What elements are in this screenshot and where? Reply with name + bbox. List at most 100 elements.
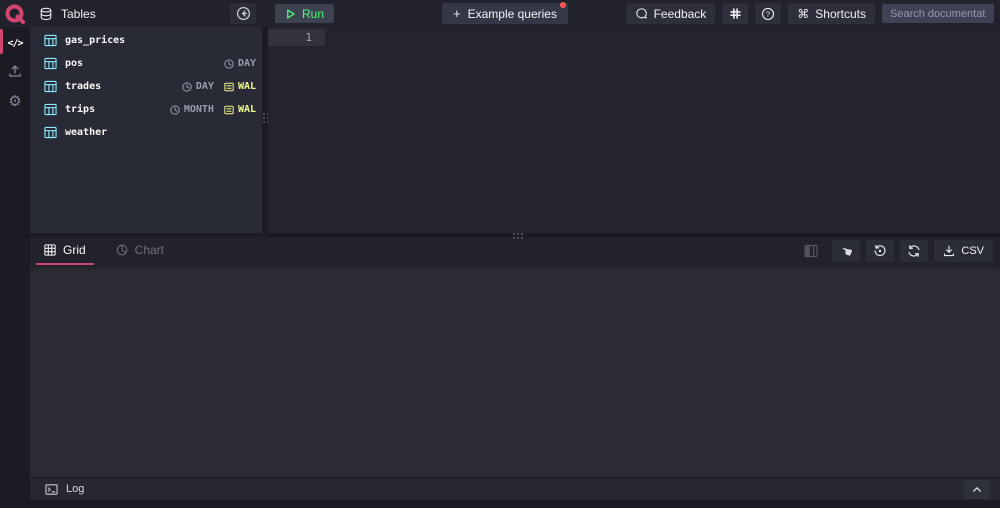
- tab-chart[interactable]: Chart: [108, 237, 172, 265]
- results-toolbar: Grid Chart: [30, 237, 1000, 265]
- plus-icon: +: [453, 6, 461, 21]
- clock-icon: [170, 105, 180, 115]
- tables-panel-title: Tables: [61, 7, 96, 21]
- shortcuts-label: Shortcuts: [815, 7, 866, 21]
- top-bar: Tables Run + Example queries: [0, 0, 1000, 27]
- upload-icon: [8, 64, 22, 78]
- help-button[interactable]: ?: [755, 3, 781, 24]
- partition-label: DAY: [238, 58, 256, 69]
- wal-badge: WAL: [224, 104, 256, 115]
- database-icon: [39, 7, 53, 21]
- terminal-icon: [45, 483, 58, 496]
- partition-label: MONTH: [184, 104, 214, 115]
- wal-icon: [224, 105, 234, 115]
- slack-button[interactable]: [722, 3, 748, 24]
- refresh-icon: [907, 244, 921, 258]
- pointer-icon: ☛: [839, 243, 854, 259]
- tables-panel-header: Tables: [30, 0, 262, 27]
- run-button-label: Run: [302, 7, 324, 21]
- line-number: 1: [305, 31, 312, 44]
- table-name: trades: [65, 81, 101, 92]
- rail-item-console[interactable]: </>: [0, 30, 30, 56]
- grid-tab-label: Grid: [63, 243, 86, 257]
- topbar-right-group: Feedback ? ⌘: [626, 3, 1000, 24]
- editor-toolbar: Run + Example queries Feedback: [262, 0, 1000, 27]
- history-icon: [873, 244, 887, 258]
- run-button[interactable]: Run: [275, 4, 334, 23]
- feedback-button[interactable]: Feedback: [626, 3, 716, 24]
- tables-list: gas_prices pos: [30, 27, 262, 233]
- table-name: pos: [65, 58, 83, 69]
- code-icon: </>: [7, 38, 22, 49]
- table-icon: [44, 80, 57, 93]
- active-rail-indicator: [0, 29, 3, 54]
- questdb-console: Tables Run + Example queries: [0, 0, 1000, 508]
- play-icon: [285, 8, 296, 20]
- log-label: Log: [66, 483, 84, 495]
- jump-to-cursor-button[interactable]: ☛: [832, 240, 860, 262]
- grid-icon: [44, 244, 56, 256]
- download-csv-button[interactable]: CSV: [934, 240, 993, 262]
- chart-tab-label: Chart: [135, 243, 164, 257]
- shortcuts-button[interactable]: ⌘ Shortcuts: [788, 3, 875, 24]
- refresh-button[interactable]: [900, 240, 928, 262]
- table-icon: [44, 57, 57, 70]
- tab-grid[interactable]: Grid: [36, 237, 94, 265]
- history-button[interactable]: [866, 240, 894, 262]
- feedback-label: Feedback: [654, 7, 707, 21]
- wal-label: WAL: [238, 81, 256, 92]
- example-queries-button[interactable]: + Example queries: [442, 3, 568, 24]
- table-icon: [44, 34, 57, 47]
- wal-icon: [224, 82, 234, 92]
- table-icon: [44, 103, 57, 116]
- chevron-up-icon: [972, 486, 982, 493]
- gear-icon: ⚙: [8, 94, 21, 109]
- questdb-logo[interactable]: [0, 0, 30, 27]
- help-icon: ?: [761, 7, 775, 21]
- left-rail: </> ⚙: [0, 27, 30, 508]
- search-documentation-input[interactable]: [882, 4, 994, 23]
- drag-handle-icon: [513, 233, 523, 239]
- upper-zone: gas_prices pos: [30, 27, 1000, 233]
- speech-bubble-icon: [635, 7, 648, 20]
- questdb-logo-icon: [4, 3, 26, 25]
- csv-button-label: CSV: [961, 245, 984, 257]
- table-name: trips: [65, 104, 95, 115]
- collapse-tables-panel-button[interactable]: [230, 3, 256, 24]
- bottom-strip: [30, 500, 1000, 508]
- rail-item-import[interactable]: [0, 58, 30, 84]
- main-column: gas_prices pos: [30, 27, 1000, 508]
- clock-icon: [224, 59, 234, 69]
- partition-badge: DAY: [224, 58, 256, 69]
- chart-icon: [116, 244, 128, 256]
- table-name: weather: [65, 127, 107, 138]
- table-row-pos[interactable]: pos DAY: [30, 52, 262, 75]
- expand-log-button[interactable]: [964, 480, 990, 499]
- toggle-columns-icon: [804, 244, 818, 258]
- table-icon: [44, 126, 57, 139]
- horizontal-splitter[interactable]: [30, 233, 1000, 237]
- rail-item-settings[interactable]: ⚙: [0, 88, 30, 114]
- results-grid-viewport[interactable]: [30, 265, 1000, 477]
- app-body: </> ⚙: [0, 27, 1000, 508]
- download-icon: [943, 245, 955, 257]
- results-toolbar-right: ☛: [804, 240, 993, 262]
- sql-editor[interactable]: 1: [268, 27, 1000, 233]
- table-row-trips[interactable]: trips MONTH: [30, 98, 262, 121]
- log-bar[interactable]: Log: [30, 477, 1000, 500]
- example-queries-label: Example queries: [468, 7, 557, 21]
- svg-text:?: ?: [766, 9, 770, 18]
- table-name: gas_prices: [65, 35, 125, 46]
- command-icon: ⌘: [797, 7, 809, 21]
- table-row-weather[interactable]: weather: [30, 121, 262, 144]
- partition-badge: DAY: [182, 81, 214, 92]
- editor-active-line: 1: [268, 29, 325, 46]
- wal-label: WAL: [238, 104, 256, 115]
- partition-badge: MONTH: [170, 104, 214, 115]
- clock-icon: [182, 82, 192, 92]
- partition-label: DAY: [196, 81, 214, 92]
- table-row-gas-prices[interactable]: gas_prices: [30, 29, 262, 52]
- results-panel: Grid Chart: [30, 237, 1000, 477]
- arrow-circle-left-icon: [236, 6, 251, 21]
- table-row-trades[interactable]: trades DAY: [30, 75, 262, 98]
